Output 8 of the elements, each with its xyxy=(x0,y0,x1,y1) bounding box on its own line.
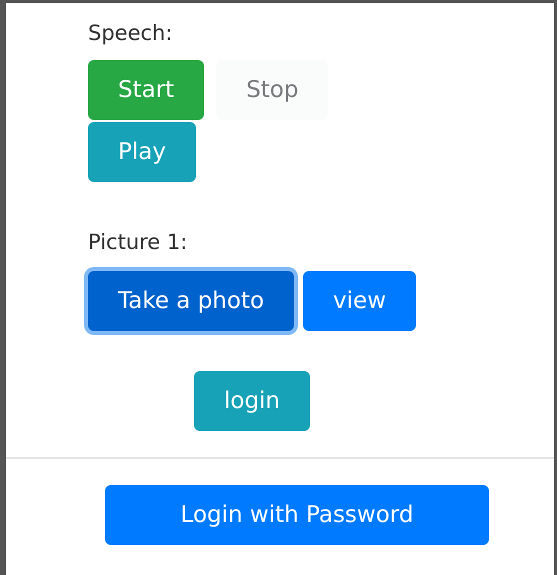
login-button[interactable]: login xyxy=(194,371,310,431)
speech-button[interactable]: Start xyxy=(88,60,204,120)
section-label: Picture 1: xyxy=(88,229,188,256)
picture-button[interactable]: Take a photo xyxy=(88,271,294,331)
speech-button[interactable]: Play xyxy=(88,122,196,182)
login-password-button[interactable]: Login with Password xyxy=(105,485,489,545)
section-label: Speech: xyxy=(88,20,174,47)
picture-button[interactable]: view xyxy=(303,271,416,331)
